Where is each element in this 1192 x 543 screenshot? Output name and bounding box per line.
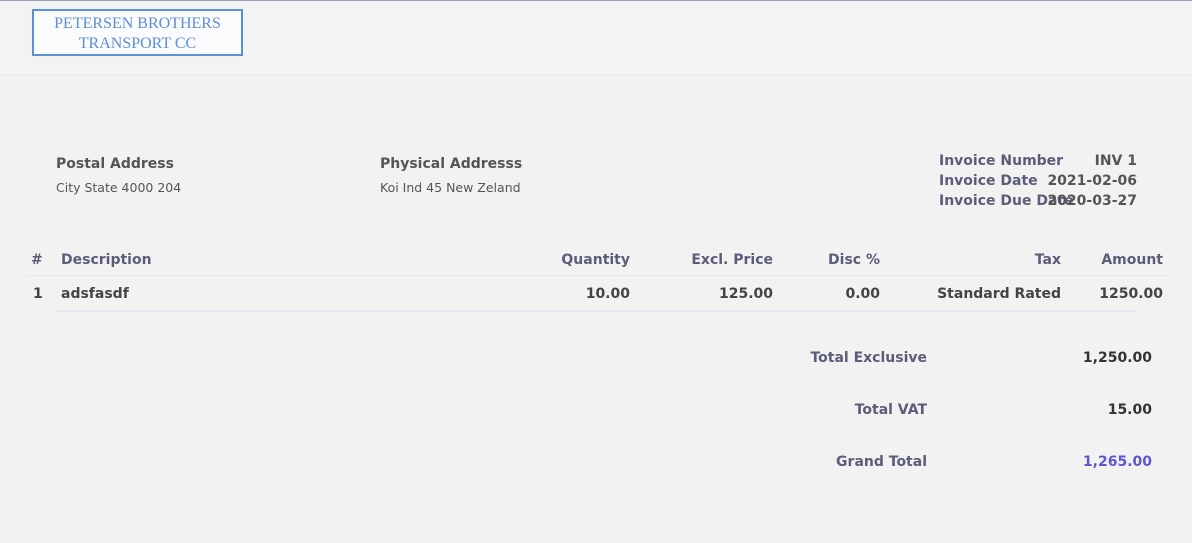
logo-line-2: TRANSPORT CC bbox=[78, 35, 197, 52]
physical-address-value: Koi Ind 45 New Zeland bbox=[380, 180, 521, 195]
column-header-tax: Tax bbox=[1034, 252, 1061, 268]
logo-line-1: PETERSEN BROTHERS bbox=[54, 15, 221, 32]
grand-total-label: Grand Total bbox=[836, 454, 927, 470]
physical-address-label: Physical Addresss bbox=[380, 156, 523, 172]
postal-address-label: Postal Address bbox=[56, 156, 174, 172]
row-description: adsfasdf bbox=[61, 286, 129, 302]
column-header-amount: Amount bbox=[1101, 252, 1163, 268]
column-header-number: # bbox=[31, 252, 43, 268]
total-exclusive-label: Total Exclusive bbox=[810, 350, 927, 366]
total-vat-label: Total VAT bbox=[854, 402, 927, 418]
row-excl-price: 125.00 bbox=[718, 286, 773, 302]
invoice-header-bar: PETERSEN BROTHERS TRANSPORT CC bbox=[0, 1, 1192, 76]
row-number: 1 bbox=[33, 286, 43, 302]
row-tax: Standard Rated bbox=[937, 286, 1061, 302]
invoice-date-label: Invoice Date bbox=[939, 173, 1038, 189]
column-header-quantity: Quantity bbox=[561, 252, 630, 268]
invoice-date-value: 2021-02-06 bbox=[1047, 173, 1137, 189]
company-logo: PETERSEN BROTHERS TRANSPORT CC bbox=[32, 9, 243, 56]
invoice-number-value: INV 1 bbox=[1094, 153, 1137, 169]
row-quantity: 10.00 bbox=[585, 286, 630, 302]
invoice-due-date-value: 2020-03-27 bbox=[1047, 193, 1137, 209]
row-divider bbox=[56, 310, 1136, 312]
row-amount: 1250.00 bbox=[1099, 286, 1163, 302]
table-header-divider bbox=[26, 275, 1168, 276]
total-vat-value: 15.00 bbox=[1107, 402, 1152, 418]
row-discount: 0.00 bbox=[845, 286, 880, 302]
column-header-description: Description bbox=[61, 252, 152, 268]
grand-total-value: 1,265.00 bbox=[1082, 454, 1152, 470]
total-exclusive-value: 1,250.00 bbox=[1082, 350, 1152, 366]
column-header-discount: Disc % bbox=[828, 252, 880, 268]
postal-address-value: City State 4000 204 bbox=[56, 180, 182, 195]
column-header-excl-price: Excl. Price bbox=[691, 252, 773, 268]
